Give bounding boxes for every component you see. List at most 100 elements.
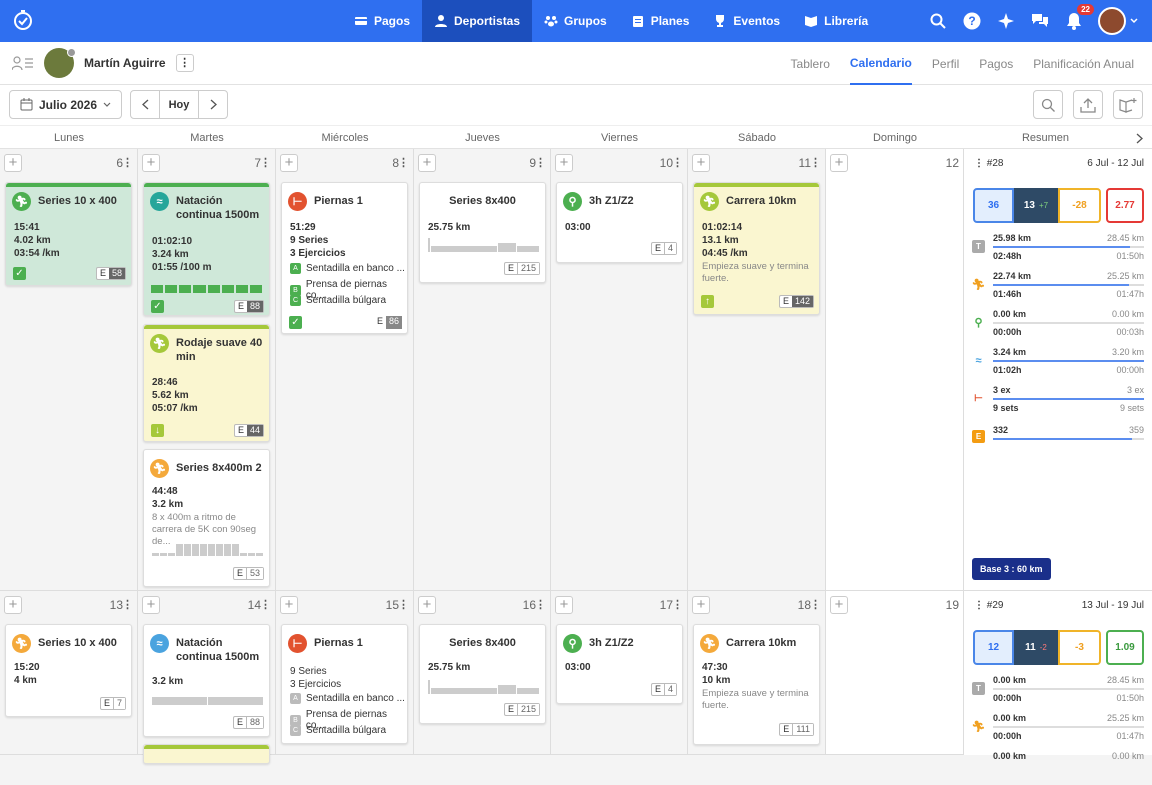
workout-card[interactable]: Series 8x400 25.75 km E 215 (419, 182, 546, 283)
nav-eventos[interactable]: Eventos (701, 0, 792, 42)
workout-card[interactable]: 🏃︎ Series 10 x 400 15:41 4.02 km 03:54 /… (5, 182, 132, 286)
export-button[interactable] (1073, 90, 1103, 119)
athlete-list-icon[interactable] (12, 55, 34, 71)
month-picker[interactable]: Julio 2026 (9, 90, 122, 119)
chevron-right-icon (210, 99, 217, 110)
summary-menu-button[interactable]: ⋮ (974, 600, 984, 611)
day-menu-button[interactable]: ⋮ (672, 156, 683, 169)
week-number: #29 (986, 600, 1004, 611)
nav-grupos[interactable]: Grupos (532, 0, 619, 42)
next-week-button[interactable] (199, 91, 227, 118)
workout-title: Piernas 1 (314, 637, 363, 649)
day-menu-button[interactable]: ⋮ (672, 598, 683, 611)
nav-label: Deportistas (454, 14, 521, 28)
day-menu-button[interactable]: ⋮ (398, 156, 409, 169)
bell-icon[interactable]: 22 (1064, 4, 1094, 31)
running-icon: 🏃︎ (971, 279, 986, 291)
chat-icon[interactable] (1030, 11, 1050, 31)
add-workout-button[interactable]: + (418, 596, 436, 614)
workout-card[interactable]: ⚲ 3h Z1/Z2 03:00 E4 (556, 182, 683, 263)
tab-perfil[interactable]: Perfil (932, 42, 959, 85)
tab-planificacion-anual[interactable]: Planificación Anual (1033, 42, 1134, 85)
workout-title: Carrera 10km (726, 195, 797, 207)
athlete-menu-button[interactable]: ⋮ (175, 54, 194, 72)
summary-row-effort: E 332 359 (972, 423, 1144, 457)
base-phase-badge[interactable]: Base 3 : 60 km (972, 558, 1051, 580)
nav-label: Grupos (564, 14, 607, 28)
add-workout-button[interactable]: + (830, 154, 848, 172)
svg-text:?: ? (968, 14, 975, 28)
add-workout-button[interactable]: + (418, 154, 436, 172)
add-workout-button[interactable]: + (830, 596, 848, 614)
workout-card[interactable]: 🏃︎ Series 10 x 400 15:20 4 km E7 (5, 624, 132, 717)
tab-calendario[interactable]: Calendario (849, 42, 912, 85)
athlete-avatar[interactable] (44, 48, 76, 78)
tab-pagos[interactable]: Pagos (979, 42, 1013, 85)
add-workout-button[interactable]: + (280, 596, 298, 614)
add-workout-button[interactable]: + (142, 154, 160, 172)
search-button[interactable] (1033, 90, 1063, 119)
day-menu-button[interactable]: ⋮ (122, 598, 133, 611)
nav-pagos[interactable]: Pagos (342, 0, 422, 42)
day-cell[interactable]: +12 (826, 149, 964, 591)
workout-card[interactable]: 🏃︎ Rodaje suave 40 min 28:46 5.62 km 05:… (143, 324, 270, 442)
nav-libreria[interactable]: Librería (792, 0, 880, 42)
top-navbar: Pagos Deportistas Grupos Planes Eventos … (0, 0, 1152, 42)
prev-week-button[interactable] (131, 91, 159, 118)
add-workout-button[interactable]: + (555, 154, 573, 172)
day-cell[interactable]: +19 (826, 591, 964, 755)
today-button[interactable]: Hoy (159, 91, 199, 118)
running-icon: 🏃︎ (12, 634, 31, 653)
week-summary: ⋮ #29 13 Jul - 19 Jul 12 11 -2 -3 1.09 T 0.… (964, 591, 1152, 761)
library-add-button[interactable] (1113, 90, 1143, 119)
chevron-right-icon[interactable] (1136, 133, 1143, 144)
summary-menu-button[interactable]: ⋮ (974, 158, 984, 169)
workout-card[interactable]: ≈ Natación continua 1500m 01:02:10 3.24 … (143, 182, 270, 316)
workout-title: Rodaje suave 40 min (176, 337, 263, 363)
workout-sets: 9 Series (290, 666, 327, 677)
day-menu-button[interactable]: ⋮ (535, 598, 546, 611)
effort-badge: E 58 (95, 267, 126, 280)
day-menu-button[interactable]: ⋮ (810, 156, 821, 169)
tab-tablero[interactable]: Tablero (791, 42, 830, 85)
day-menu-button[interactable]: ⋮ (810, 598, 821, 611)
day-number: 12 (945, 156, 959, 170)
add-workout-button[interactable]: + (692, 596, 710, 614)
workout-card[interactable]: ⊢ Piernas 1 9 Series 3 Ejercicios A Senta… (281, 624, 408, 744)
workout-card[interactable]: ≈ Natación continua 1500m 3.2 km E 88 (143, 624, 270, 737)
workout-card[interactable]: 🏃︎ Carrera 10km 01:02:14 13.1 km 04:45 /… (693, 182, 820, 315)
workout-card[interactable]: Series 8x400 25.75 km E 215 (419, 624, 546, 724)
paw-icon (544, 16, 558, 27)
add-workout-button[interactable]: + (280, 154, 298, 172)
help-icon[interactable]: ? (962, 11, 982, 31)
add-workout-button[interactable]: + (4, 154, 22, 172)
stopwatch-logo-icon[interactable] (12, 9, 34, 31)
effort-badge: E4 (650, 683, 677, 696)
add-workout-button[interactable]: + (555, 596, 573, 614)
workout-card[interactable] (143, 744, 270, 764)
day-menu-button[interactable]: ⋮ (398, 598, 409, 611)
workout-card[interactable]: ⊢ Piernas 1 51:29 9 Series 3 Ejercicios … (281, 182, 408, 334)
day-menu-button[interactable]: ⋮ (260, 598, 271, 611)
add-workout-button[interactable]: + (692, 154, 710, 172)
running-icon: 🏃︎ (700, 192, 719, 211)
add-workout-button[interactable]: + (142, 596, 160, 614)
add-workout-button[interactable]: + (4, 596, 22, 614)
day-menu-button[interactable]: ⋮ (535, 156, 546, 169)
avatar (1098, 7, 1126, 35)
nav-deportistas[interactable]: Deportistas (422, 0, 533, 42)
day-menu-button[interactable]: ⋮ (122, 156, 133, 169)
sparkle-icon[interactable] (996, 11, 1016, 31)
weekday-label: Martes (190, 132, 224, 144)
user-menu[interactable] (1098, 7, 1138, 35)
workout-card[interactable]: 🏃︎ Series 8x400m 2 44:48 3.2 km 8 x 400m… (143, 449, 270, 587)
arrow-down-icon: ↓ (151, 424, 164, 437)
workout-structure-chart (152, 542, 263, 556)
nav-planes[interactable]: Planes (619, 0, 702, 42)
weekday-label: Domingo (872, 132, 918, 144)
day-menu-button[interactable]: ⋮ (260, 156, 271, 169)
search-icon[interactable] (928, 11, 948, 31)
workout-card[interactable]: 🏃︎ Carrera 10km 47:30 10 km Empieza suav… (693, 624, 820, 745)
workout-card[interactable]: ⚲ 3h Z1/Z2 03:00 E4 (556, 624, 683, 704)
calendar-grid: +6 ⋮ +7 ⋮ +8 ⋮ +9 ⋮ +10 ⋮ +11 ⋮ +12 🏃︎ Series … (0, 149, 1152, 764)
